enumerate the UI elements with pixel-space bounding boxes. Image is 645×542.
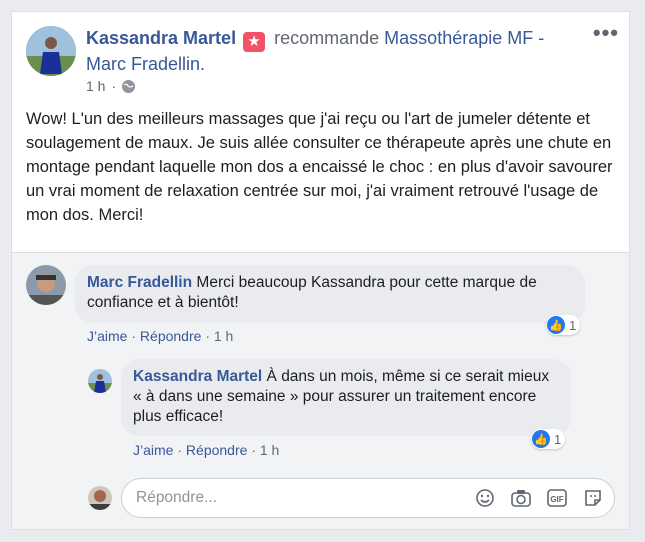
reply-time[interactable]: 1 h [260,442,279,458]
reply-placeholder: Répondre... [136,489,217,506]
more-options-icon[interactable]: ••• [593,20,619,46]
reaction-count: 1 [569,317,577,333]
reply-reactions[interactable]: 👍 1 [531,429,566,449]
reply-link[interactable]: Répondre [186,442,248,458]
reply-link[interactable]: Répondre [140,328,202,344]
like-link[interactable]: J’aime [133,442,173,458]
post-meta: 1 h · [86,78,136,94]
post-header: Kassandra Martel ★ recommande Massothéra… [86,26,586,76]
emoji-icon[interactable] [474,487,496,509]
gif-icon[interactable]: GIF [546,487,568,509]
current-user-avatar [88,486,112,510]
camera-icon[interactable] [510,487,532,509]
comment-reactions[interactable]: 👍 1 [546,315,581,335]
post-body: Wow! L'un des meilleurs massages que j'a… [26,110,613,224]
post-author-name[interactable]: Kassandra Martel [86,28,236,48]
post-timestamp[interactable]: 1 h [86,78,105,94]
reply-input[interactable]: Répondre... GIF [121,478,615,518]
recommendation-star-icon: ★ [243,32,266,52]
like-reaction-icon: 👍 [547,316,565,334]
recommend-verb: recommande [274,28,380,48]
reply-author[interactable]: Kassandra Martel [133,368,262,385]
comment-author[interactable]: Marc Fradellin [87,274,192,291]
svg-text:GIF: GIF [550,495,563,504]
comment-actions: J’aime · Répondre · 1 h [87,328,234,344]
like-reaction-icon: 👍 [532,430,550,448]
comment-bubble: Marc Fradellin Merci beaucoup Kassandra … [75,265,585,323]
commenter-avatar[interactable] [26,265,66,305]
reply-bubble: Kassandra Martel À dans un mois, même si… [121,359,571,436]
post-card: Kassandra Martel ★ recommande Massothéra… [11,11,630,530]
author-avatar[interactable] [26,26,76,76]
reaction-count: 1 [554,431,562,447]
comment-time[interactable]: 1 h [214,328,233,344]
sticker-icon[interactable] [582,487,604,509]
reply-actions: J’aime · Répondre · 1 h [133,442,280,458]
like-link[interactable]: J’aime [87,328,127,344]
reply-avatar[interactable] [88,369,112,393]
composer-tools: GIF [474,487,604,509]
globe-icon[interactable] [122,79,136,93]
